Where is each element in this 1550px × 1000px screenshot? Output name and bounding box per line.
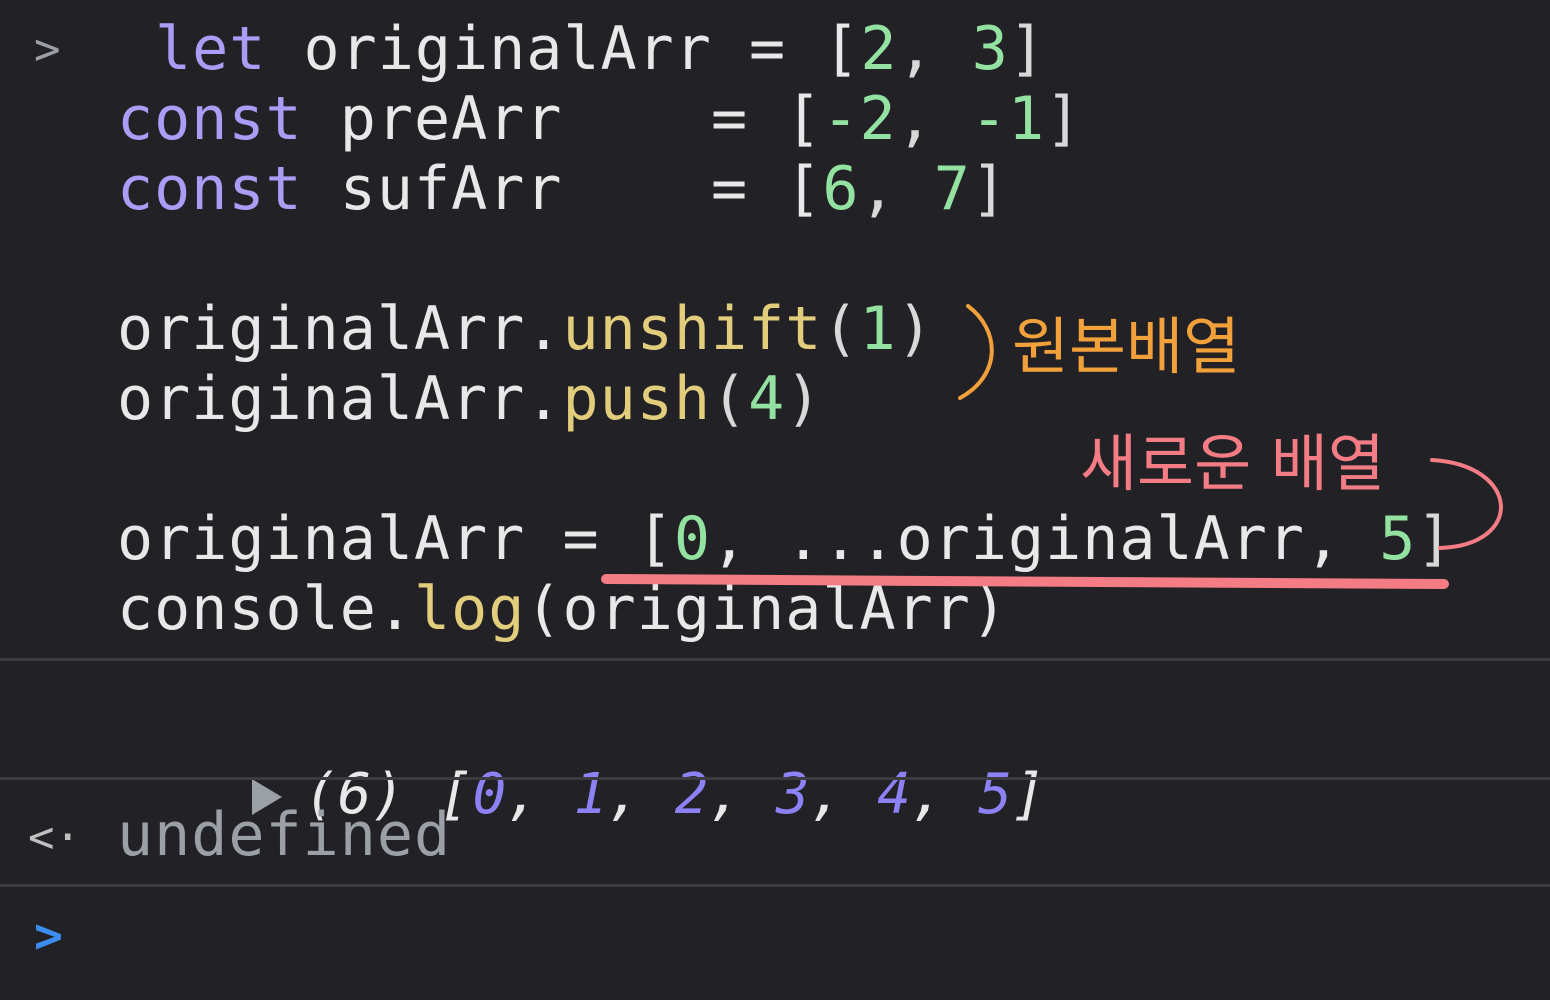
code-token: (originalArr) [525, 574, 1008, 644]
code-line: const sufArr = [6, 7] [117, 154, 1453, 224]
code-token: push [562, 364, 711, 434]
code-token: -1 [970, 84, 1046, 154]
array-close-bracket: ] [1011, 762, 1046, 827]
divider [0, 777, 1550, 780]
devtools-console: > let originalArr = [2, 3] const preArr =… [0, 0, 1550, 1000]
code-token: 5 [1379, 504, 1417, 574]
code-token: 0 [673, 504, 711, 574]
code-token: , ...originalArr, [710, 504, 1380, 574]
code-token: ] [970, 154, 1008, 224]
code-token: 6 [822, 154, 860, 224]
code-token: const [117, 84, 303, 154]
array-separator: , [506, 762, 574, 827]
array-separator: , [910, 762, 979, 827]
array-separator: , [809, 762, 878, 827]
array-separator: , [607, 762, 675, 827]
array-value: 2 [674, 762, 709, 827]
code-token: , [896, 84, 971, 154]
prompt-chevron-icon: > [34, 24, 61, 75]
code-token: const [117, 154, 303, 224]
code-line: const preArr = [-2, -1] [117, 84, 1453, 154]
code-line: originalArr.unshift(1) [117, 294, 1453, 364]
array-value: 5 [978, 762, 1012, 827]
input-code-block[interactable]: let originalArr = [2, 3] const preArr = [… [117, 14, 1453, 644]
code-token: ] [1008, 14, 1046, 84]
code-line: console.log(originalArr) [117, 574, 1453, 644]
code-line: originalArr.push(4) [117, 364, 1453, 434]
return-arrow-icon: <· [28, 812, 81, 863]
code-token: originalArr. [117, 294, 563, 364]
divider [0, 884, 1550, 887]
code-token: ) [785, 364, 823, 434]
input-prompt-icon[interactable]: > [34, 912, 63, 960]
code-token: 3 [971, 14, 1009, 84]
code-token: log [413, 574, 526, 644]
code-token: originalArr. [117, 364, 563, 434]
code-token: let [155, 14, 267, 84]
code-token: unshift [562, 294, 823, 364]
code-token: ] [1416, 504, 1454, 574]
return-value: undefined [117, 800, 452, 870]
code-token: sufArr = [ [302, 154, 823, 224]
array-separator: , [708, 762, 776, 827]
array-value: 4 [877, 762, 911, 827]
code-line: originalArr = [0, ...originalArr, 5] [117, 504, 1453, 574]
divider [0, 658, 1550, 661]
code-token: , [897, 14, 972, 84]
code-token: ( [822, 294, 860, 364]
code-token: 4 [748, 364, 786, 434]
code-token: originalArr = [ [266, 14, 861, 84]
code-token: originalArr = [ [117, 504, 674, 574]
code-line: let originalArr = [2, 3] [117, 14, 1453, 84]
code-token: ] [1045, 84, 1083, 154]
code-token: -2 [822, 84, 897, 154]
array-value: 0 [472, 762, 507, 827]
code-token: ( [710, 364, 749, 434]
array-value: 3 [775, 762, 810, 827]
code-token: preArr = [ [302, 84, 823, 154]
array-values: 0, 1, 2, 3, 4, 5 [472, 762, 1012, 827]
array-value: 1 [573, 762, 608, 827]
code-token: 1 [859, 294, 897, 364]
code-token: 7 [933, 154, 971, 224]
code-token: ) [896, 294, 934, 364]
code-token: , [859, 154, 934, 224]
code-token: 2 [860, 14, 898, 84]
code-token: console. [117, 574, 414, 644]
